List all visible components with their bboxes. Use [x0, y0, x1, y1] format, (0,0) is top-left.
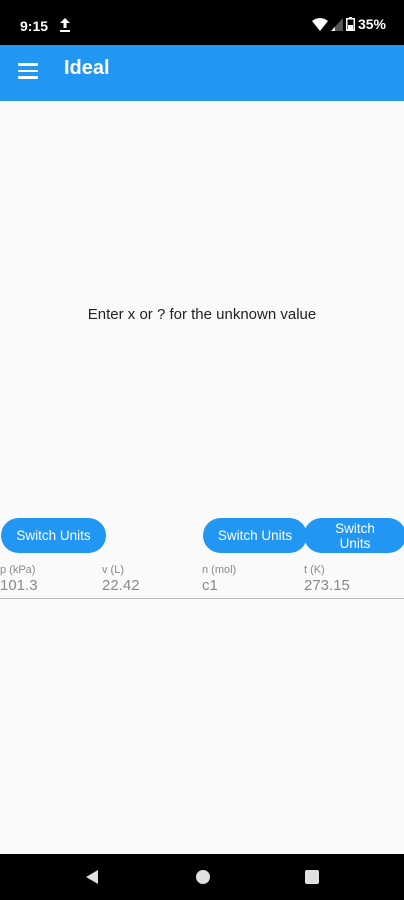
temperature-input[interactable]	[304, 577, 404, 594]
input-underline	[0, 598, 404, 599]
volume-field: v (L)	[102, 564, 202, 600]
pressure-input[interactable]	[0, 577, 100, 594]
moles-input[interactable]	[202, 577, 302, 594]
battery-icon	[345, 17, 355, 31]
pressure-field: p (kPa)	[0, 564, 100, 600]
menu-icon[interactable]	[18, 63, 38, 79]
volume-label: v (L)	[102, 564, 124, 576]
pressure-label: p (kPa)	[0, 564, 36, 576]
volume-input[interactable]	[102, 577, 202, 594]
switch-units-pressure-button[interactable]: Switch Units	[1, 518, 106, 553]
temperature-field: t (K)	[304, 564, 404, 600]
status-time: 9:15	[20, 18, 49, 34]
page-title: Ideal	[64, 57, 110, 79]
battery-percent: 35%	[357, 16, 386, 32]
instruction-text: Enter x or ? for the unknown value	[87, 306, 317, 323]
switch-units-moles-button[interactable]: Switch Units	[203, 518, 307, 553]
temperature-label: t (K)	[304, 564, 325, 576]
navigation-bar	[0, 854, 404, 900]
home-icon[interactable]	[196, 870, 210, 884]
upload-icon	[60, 18, 70, 32]
moles-field: n (mol)	[202, 564, 302, 600]
switch-units-temperature-button[interactable]: Switch Units	[304, 518, 404, 553]
wifi-icon	[311, 17, 328, 31]
moles-label: n (mol)	[202, 564, 237, 576]
status-icons: 35%	[311, 16, 386, 32]
app-bar: Ideal	[0, 45, 404, 101]
recents-icon[interactable]	[305, 870, 319, 884]
signal-icon	[330, 17, 343, 31]
status-bar: 9:15 35%	[0, 0, 404, 45]
back-icon[interactable]	[85, 870, 99, 884]
